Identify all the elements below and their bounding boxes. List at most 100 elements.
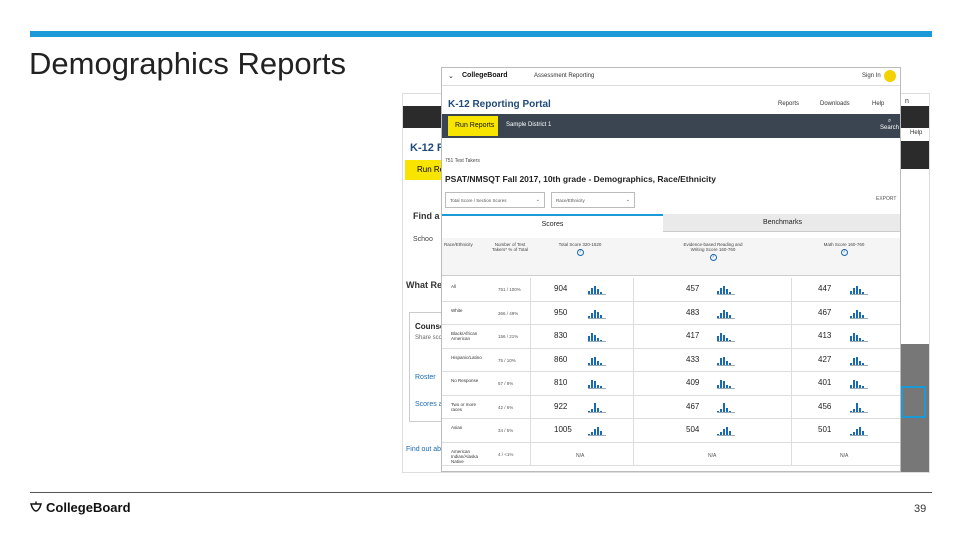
back-help-link[interactable]: Help	[910, 130, 922, 136]
back-portal-title: K-12 R	[410, 142, 445, 154]
back-scores-link[interactable]: Scores a	[415, 401, 443, 408]
cell-group: Black/African American	[451, 331, 478, 341]
cell-math-score: 427	[818, 354, 832, 364]
histogram-bar	[723, 402, 725, 412]
footer-logo-text: CollegeBoard	[46, 500, 131, 515]
header-group: Race/Ethnicity	[444, 242, 473, 247]
cell-group: Asian	[451, 425, 463, 430]
footer-rule	[30, 492, 932, 493]
column-divider	[530, 372, 531, 396]
header-total: Total Score 320-1520?	[558, 242, 602, 256]
score-distribution-histogram	[717, 425, 735, 436]
demographic-select[interactable]: Race/Ethnicity ⌄	[551, 192, 635, 208]
histogram-bar	[723, 356, 725, 365]
score-distribution-histogram	[588, 425, 606, 436]
histogram-bar	[723, 381, 725, 388]
score-distribution-histogram	[850, 284, 868, 295]
score-distribution-histogram	[588, 308, 606, 319]
header-logo[interactable]: CollegeBoard	[462, 72, 508, 79]
score-type-select[interactable]: Total Score / Section Scores ⌄	[445, 192, 545, 208]
tab-benchmarks[interactable]: Benchmarks	[663, 214, 900, 232]
cell-ebrw-score: N/A	[708, 452, 717, 459]
score-type-value: Total Score / Section Scores	[450, 198, 507, 203]
histogram-baseline	[850, 435, 868, 436]
score-distribution-histogram	[588, 355, 606, 366]
header-takers: Number of Test Takers* % of Total	[492, 242, 528, 252]
cell-takers: 751 / 100%	[498, 287, 521, 292]
downloads-menu[interactable]: Downloads	[820, 101, 850, 107]
chevron-down-icon[interactable]: ⌄	[448, 72, 454, 80]
score-distribution-histogram	[850, 331, 868, 342]
column-divider	[530, 325, 531, 349]
histogram-bar	[856, 286, 858, 294]
table-row: Black/African American 156 / 21% 830 417 413	[442, 325, 900, 349]
table-row: Two or more races 42 / 6% 922 467 456	[442, 395, 900, 419]
score-distribution-histogram	[588, 402, 606, 413]
help-icon[interactable]: ?	[576, 249, 584, 256]
histogram-bar	[853, 333, 855, 341]
header-ebrw-label: Evidence-based Reading and Writing Score…	[683, 242, 743, 252]
column-divider	[530, 348, 531, 372]
help-link[interactable]: Help	[872, 101, 884, 107]
report-title: PSAT/NMSQT Fall 2017, 10th grade - Demog…	[445, 174, 716, 184]
column-divider	[633, 278, 634, 302]
column-divider	[530, 278, 531, 302]
histogram-baseline	[588, 317, 606, 319]
histogram-bar	[594, 402, 596, 412]
cell-math-score: 467	[818, 307, 832, 317]
histogram-baseline	[717, 294, 735, 295]
cell-ebrw-score: 467	[686, 401, 700, 411]
histogram-bar	[720, 357, 722, 365]
table-row: All 751 / 100% 904 457 447	[442, 278, 900, 302]
portal-title: K-12 Reporting Portal	[448, 99, 551, 110]
histogram-bar	[856, 402, 858, 412]
column-divider	[633, 395, 634, 419]
slide: Demographics Reports K-12 R Run Re Find …	[0, 0, 960, 540]
score-distribution-histogram	[717, 331, 735, 342]
reports-menu[interactable]: Reports	[778, 101, 799, 107]
column-divider	[791, 278, 792, 302]
score-distribution-histogram	[850, 378, 868, 389]
user-icon[interactable]	[884, 70, 896, 82]
help-icon[interactable]: ?	[840, 249, 848, 256]
histogram-baseline	[850, 364, 868, 366]
cell-total-score: 950	[554, 307, 568, 317]
back-roster-link[interactable]: Roster	[415, 374, 436, 381]
search-button[interactable]: ⌕ Search	[880, 118, 899, 131]
histogram-baseline	[717, 435, 735, 436]
app-header	[442, 68, 900, 86]
score-distribution-histogram	[717, 402, 735, 413]
cell-total-score: 830	[554, 331, 568, 340]
histogram-bar	[594, 309, 596, 318]
histogram-bar	[720, 333, 722, 341]
score-distribution-histogram	[717, 308, 735, 319]
histogram-baseline	[588, 411, 606, 413]
score-distribution-histogram	[850, 425, 868, 436]
slide-title: Demographics Reports	[29, 46, 347, 81]
cell-group: No Response	[451, 378, 479, 383]
cell-group: Two or more races	[451, 401, 477, 412]
back-find-out-link[interactable]: Find out ab	[406, 446, 441, 453]
column-divider	[791, 348, 792, 372]
histogram-baseline	[850, 341, 868, 342]
score-distribution-histogram	[850, 402, 868, 413]
export-button[interactable]: EXPORT	[876, 196, 896, 202]
histogram-bar	[594, 286, 596, 294]
run-reports-button[interactable]: Run Reports	[448, 116, 498, 136]
histogram-bar	[723, 309, 725, 318]
back-school-radio[interactable]: Schoo	[413, 236, 433, 243]
histogram-baseline	[850, 388, 868, 389]
demographic-value: Race/Ethnicity	[556, 198, 585, 203]
header-math: Math Score 160-760?	[822, 242, 866, 256]
sign-in-link[interactable]: Sign In	[862, 73, 881, 79]
table-header: Race/Ethnicity Number of Test Takers* % …	[442, 238, 900, 276]
score-distribution-histogram	[588, 378, 606, 389]
help-icon[interactable]: ?	[709, 254, 717, 261]
app-title: Assessment Reporting	[534, 73, 595, 79]
tab-scores[interactable]: Scores	[442, 214, 663, 232]
histogram-baseline	[717, 364, 735, 366]
back-sign-text: n	[905, 98, 909, 105]
histogram-baseline	[717, 411, 735, 413]
histogram-baseline	[717, 341, 735, 342]
back-what-heading: What Re	[406, 280, 442, 290]
